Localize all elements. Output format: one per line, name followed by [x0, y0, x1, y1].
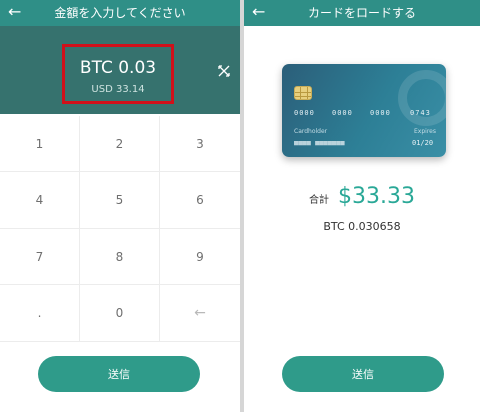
numeric-keypad: 1 2 3 4 5 6 7 8 9 . 0 ←	[0, 116, 240, 342]
backspace-key[interactable]: ←	[160, 285, 240, 342]
load-card-screen: ← カードをロードする 0000 0000 0000 0743 Cardhold…	[244, 0, 480, 412]
swap-arrows-icon[interactable]	[217, 64, 231, 78]
key-6[interactable]: 6	[160, 172, 240, 229]
expires-label: Expires	[414, 128, 436, 135]
send-button[interactable]: 送信	[38, 356, 200, 392]
total-row: 合計 $33.33	[244, 184, 480, 212]
backspace-arrow-icon: ←	[194, 305, 206, 321]
header-bar: ← 金額を入力してください	[0, 0, 240, 26]
card-number-group: 0000	[332, 109, 353, 117]
page-title: カードをロードする	[307, 6, 416, 20]
btc-converted-amount: BTC 0.030658	[323, 220, 401, 233]
cardholder-name: ■■■■ ■■■■■■■	[294, 139, 345, 147]
cardholder-label: Cardholder	[294, 128, 328, 135]
send-button[interactable]: 送信	[282, 356, 444, 392]
card-logo-mark	[398, 70, 446, 126]
card-number-group: 0743	[410, 109, 431, 117]
key-4[interactable]: 4	[0, 172, 80, 229]
card-number-group: 0000	[294, 109, 315, 117]
key-8[interactable]: 8	[80, 229, 160, 285]
key-9[interactable]: 9	[160, 229, 240, 285]
key-5[interactable]: 5	[80, 172, 160, 229]
chip-icon	[294, 86, 312, 100]
header-bar: ← カードをロードする	[244, 0, 480, 26]
debit-card: 0000 0000 0000 0743 Cardholder Expires ■…	[282, 64, 446, 157]
key-0[interactable]: 0	[80, 285, 160, 342]
key-1[interactable]: 1	[0, 116, 80, 172]
page-title: 金額を入力してください	[54, 6, 186, 20]
card-number-group: 0000	[370, 109, 391, 117]
btc-amount-text: BTC 0.03	[79, 58, 157, 78]
amount-display: BTC 0.03 USD 33.14	[0, 26, 240, 114]
key-7[interactable]: 7	[0, 229, 80, 285]
amount-entry-screen: ← 金額を入力してください BTC 0.03 USD 33.14 1 2 3 4…	[0, 0, 240, 412]
key-2[interactable]: 2	[80, 116, 160, 172]
key-3[interactable]: 3	[160, 116, 240, 172]
amount-highlight-box: BTC 0.03 USD 33.14	[62, 44, 174, 104]
total-amount: $33.33	[338, 184, 416, 209]
total-label: 合計	[308, 195, 329, 206]
key-decimal[interactable]: .	[0, 285, 80, 342]
expiry-date: 01/20	[412, 139, 434, 147]
usd-amount-text: USD 33.14	[91, 84, 145, 95]
